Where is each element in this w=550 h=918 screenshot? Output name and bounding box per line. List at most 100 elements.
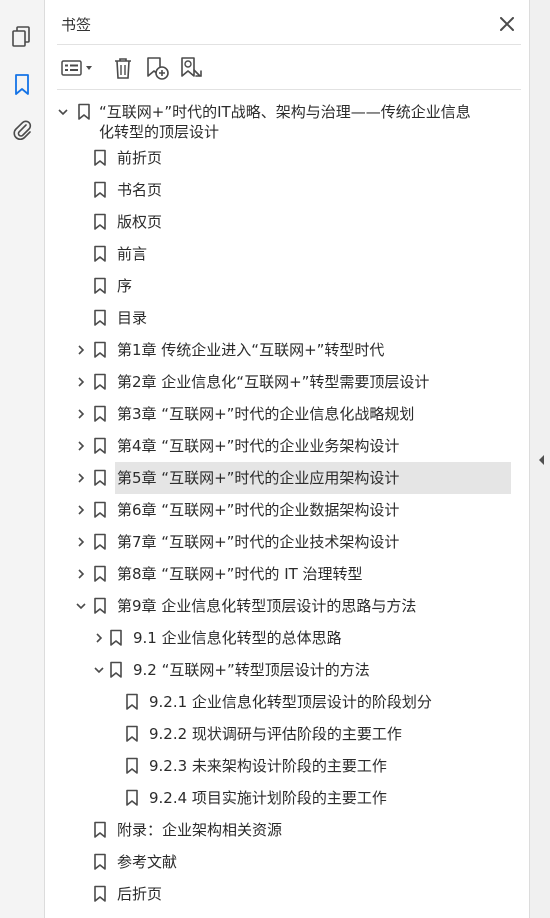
bookmark-icon bbox=[94, 885, 106, 902]
divider bbox=[57, 44, 521, 45]
bookmark-icon bbox=[110, 661, 122, 678]
bookmark-icon bbox=[94, 533, 106, 550]
bookmark-label: 9.2.3 未来架构设计阶段的主要工作 bbox=[149, 757, 387, 775]
bookmark-item[interactable]: 附录：企业架构相关资源 bbox=[45, 814, 511, 846]
bookmark-icon bbox=[94, 405, 106, 422]
bookmarks-toolbar bbox=[57, 52, 521, 84]
bookmark-label: 参考文献 bbox=[117, 853, 178, 871]
options-menu-button[interactable] bbox=[59, 54, 97, 82]
bookmark-label: “互联网+”时代的IT战略、架构与治理——传统企业信息化转型的顶层设计 bbox=[99, 103, 471, 141]
bookmark-item[interactable]: 第5章 “互联网+”时代的企业应用架构设计 bbox=[45, 462, 511, 494]
bookmark-item[interactable]: 第4章 “互联网+”时代的企业业务架构设计 bbox=[45, 430, 511, 462]
bookmark-icon bbox=[94, 373, 106, 390]
bookmark-icon bbox=[94, 469, 106, 486]
close-icon bbox=[500, 17, 514, 31]
bookmark-item[interactable]: 书名页 bbox=[45, 174, 511, 206]
chevron-down-icon[interactable] bbox=[55, 104, 71, 120]
bookmark-item[interactable]: 序 bbox=[45, 270, 511, 302]
bookmark-label: 9.2.2 现状调研与评估阶段的主要工作 bbox=[149, 725, 402, 743]
bookmark-label: 9.2.4 项目实施计划阶段的主要工作 bbox=[149, 789, 387, 807]
collapse-panel-handle[interactable] bbox=[529, 0, 550, 918]
bookmark-label: 第9章 企业信息化转型顶层设计的思路与方法 bbox=[117, 597, 417, 615]
bookmark-label: 9.2.1 企业信息化转型顶层设计的阶段划分 bbox=[149, 693, 432, 711]
bookmark-icon bbox=[94, 149, 106, 166]
bookmark-item[interactable]: 第9章 企业信息化转型顶层设计的思路与方法 bbox=[45, 590, 511, 622]
collapse-arrow-icon bbox=[539, 455, 544, 465]
bookmark-label: 前折页 bbox=[117, 149, 163, 167]
bookmark-item[interactable]: 第8章 “互联网+”时代的 IT 治理转型 bbox=[45, 558, 511, 590]
bookmark-icon bbox=[94, 437, 106, 454]
bookmark-item[interactable]: 后折页 bbox=[45, 878, 511, 910]
bookmark-icon bbox=[94, 245, 106, 262]
bookmark-label: 9.2 “互联网+”转型顶层设计的方法 bbox=[133, 661, 370, 679]
bookmark-label: 第6章 “互联网+”时代的企业数据架构设计 bbox=[117, 501, 400, 519]
bookmark-label: 前言 bbox=[117, 245, 148, 263]
bookmark-icon[interactable] bbox=[6, 69, 38, 101]
chevron-right-icon[interactable] bbox=[73, 566, 89, 582]
pages-icon[interactable] bbox=[6, 21, 38, 53]
find-bookmark-icon bbox=[181, 57, 202, 77]
bookmark-item[interactable]: 第6章 “互联网+”时代的企业数据架构设计 bbox=[45, 494, 511, 526]
bookmark-item[interactable]: 前折页 bbox=[45, 142, 511, 174]
delete-bookmark-button[interactable] bbox=[109, 54, 137, 82]
chevron-right-icon[interactable] bbox=[73, 342, 89, 358]
panel-title: 书签 bbox=[61, 16, 92, 34]
chevron-down-icon[interactable] bbox=[73, 598, 89, 614]
bookmark-icon bbox=[94, 853, 106, 870]
bookmark-item[interactable]: 9.2.4 项目实施计划阶段的主要工作 bbox=[45, 782, 511, 814]
options-menu-icon bbox=[61, 60, 92, 76]
bookmark-label: 目录 bbox=[117, 309, 148, 327]
bookmark-label: 版权页 bbox=[117, 213, 163, 231]
navigation-tool-strip bbox=[0, 0, 45, 918]
find-bookmark-button[interactable] bbox=[177, 54, 205, 82]
bookmark-item[interactable]: 第2章 企业信息化“互联网+”转型需要顶层设计 bbox=[45, 366, 511, 398]
bookmark-icon bbox=[94, 501, 106, 518]
bookmark-icon bbox=[126, 725, 138, 742]
bookmark-item[interactable]: 目录 bbox=[45, 302, 511, 334]
bookmark-label: 第3章 “互联网+”时代的企业信息化战略规划 bbox=[117, 405, 415, 423]
close-button[interactable] bbox=[495, 12, 519, 36]
bookmark-icon bbox=[94, 341, 106, 358]
bookmark-item[interactable]: 第3章 “互联网+”时代的企业信息化战略规划 bbox=[45, 398, 511, 430]
bookmark-item[interactable]: 9.2.2 现状调研与评估阶段的主要工作 bbox=[45, 718, 511, 750]
bookmark-icon bbox=[94, 181, 106, 198]
bookmark-icon bbox=[126, 789, 138, 806]
bookmark-item[interactable]: “互联网+”时代的IT战略、架构与治理——传统企业信息化转型的顶层设计 bbox=[45, 96, 511, 144]
bookmark-label: 第5章 “互联网+”时代的企业应用架构设计 bbox=[117, 469, 400, 487]
chevron-right-icon[interactable] bbox=[91, 630, 107, 646]
chevron-right-icon[interactable] bbox=[73, 470, 89, 486]
add-bookmark-icon bbox=[147, 57, 169, 80]
chevron-right-icon[interactable] bbox=[73, 438, 89, 454]
bookmark-item[interactable]: 9.2.3 未来架构设计阶段的主要工作 bbox=[45, 750, 511, 782]
bookmark-label: 后折页 bbox=[117, 885, 163, 903]
bookmark-item[interactable]: 9.2 “互联网+”转型顶层设计的方法 bbox=[45, 654, 511, 686]
bookmark-item[interactable]: 9.1 企业信息化转型的总体思路 bbox=[45, 622, 511, 654]
bookmark-icon bbox=[94, 565, 106, 582]
bookmarks-panel: 书签 “互联网+”时代的IT战略、架构与治理——传统企业信息化转型的顶层设计 前… bbox=[45, 0, 528, 918]
bookmark-tree: “互联网+”时代的IT战略、架构与治理——传统企业信息化转型的顶层设计前折页书名… bbox=[45, 96, 511, 918]
chevron-right-icon[interactable] bbox=[73, 406, 89, 422]
bookmark-label: 第1章 传统企业进入“互联网+”转型时代 bbox=[117, 341, 385, 359]
bookmark-icon bbox=[94, 213, 106, 230]
bookmark-item[interactable]: 版权页 bbox=[45, 206, 511, 238]
bookmark-item[interactable]: 9.2.1 企业信息化转型顶层设计的阶段划分 bbox=[45, 686, 511, 718]
bookmark-icon bbox=[94, 821, 106, 838]
bookmark-item[interactable]: 第1章 传统企业进入“互联网+”转型时代 bbox=[45, 334, 511, 366]
bookmark-icon bbox=[94, 597, 106, 614]
bookmark-label: 序 bbox=[117, 277, 133, 295]
bookmark-item[interactable]: 前言 bbox=[45, 238, 511, 270]
bookmark-icon bbox=[78, 103, 90, 120]
chevron-right-icon[interactable] bbox=[73, 374, 89, 390]
bookmark-item[interactable]: 第7章 “互联网+”时代的企业技术架构设计 bbox=[45, 526, 511, 558]
chevron-right-icon[interactable] bbox=[73, 534, 89, 550]
bookmark-label: 附录：企业架构相关资源 bbox=[117, 821, 283, 839]
attachment-icon[interactable] bbox=[6, 114, 38, 146]
chevron-down-icon[interactable] bbox=[91, 662, 107, 678]
add-bookmark-button[interactable] bbox=[143, 54, 171, 82]
bookmark-label: 书名页 bbox=[117, 181, 163, 199]
bookmark-label: 第7章 “互联网+”时代的企业技术架构设计 bbox=[117, 533, 400, 551]
chevron-right-icon[interactable] bbox=[73, 502, 89, 518]
bookmark-icon bbox=[94, 277, 106, 294]
bookmark-item[interactable]: 参考文献 bbox=[45, 846, 511, 878]
bookmark-label: 第2章 企业信息化“互联网+”转型需要顶层设计 bbox=[117, 373, 430, 391]
